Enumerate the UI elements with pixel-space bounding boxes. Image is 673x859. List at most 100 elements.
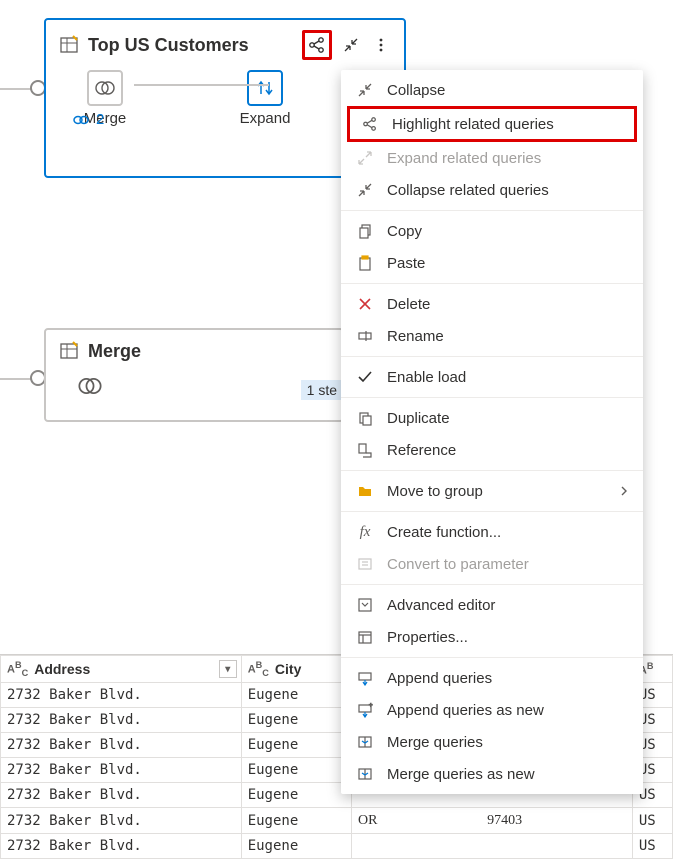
table-icon: [58, 34, 80, 56]
menu-label: Append queries as new: [387, 702, 544, 719]
menu-reference[interactable]: Reference: [341, 434, 643, 466]
svg-text:+: +: [369, 703, 373, 709]
menu-label: Convert to parameter: [387, 556, 529, 573]
menu-append-queries[interactable]: Append queries: [341, 662, 643, 694]
menu-label: Merge queries: [387, 734, 483, 751]
menu-collapse-related[interactable]: Collapse related queries: [341, 174, 643, 206]
menu-merge-queries-new[interactable]: Merge queries as new: [341, 758, 643, 790]
node-title: Merge: [88, 341, 141, 362]
chevron-right-icon: [619, 483, 629, 500]
menu-duplicate[interactable]: Duplicate: [341, 402, 643, 434]
menu-merge-queries[interactable]: Merge queries: [341, 726, 643, 758]
column-filter-dropdown[interactable]: ▾: [219, 660, 237, 678]
menu-properties[interactable]: Properties...: [341, 621, 643, 653]
menu-copy[interactable]: Copy: [341, 215, 643, 247]
node-title: Top US Customers: [88, 35, 249, 56]
links-indicator[interactable]: 2: [72, 111, 104, 128]
cell-address: 2732 Baker Blvd.: [1, 683, 242, 708]
menu-label: Reference: [387, 442, 456, 459]
menu-create-function[interactable]: fx Create function...: [341, 516, 643, 548]
menu-label: Advanced editor: [387, 597, 495, 614]
menu-paste[interactable]: Paste: [341, 247, 643, 279]
collapse-in-icon: [355, 80, 375, 100]
merge-icon: [355, 732, 375, 752]
menu-label: Collapse related queries: [387, 182, 549, 199]
diagram-canvas: Top US Customers Merge: [0, 0, 673, 600]
node-merge[interactable]: Merge 1 ste: [44, 328, 344, 422]
column-header-city[interactable]: ABC City: [241, 656, 351, 683]
column-label: Address: [34, 661, 90, 677]
menu-label: Create function...: [387, 524, 501, 541]
cell-city: Eugene: [241, 733, 351, 758]
menu-label: Rename: [387, 328, 444, 345]
type-text-icon: ABC: [248, 660, 269, 678]
step-label: Expand: [240, 110, 291, 127]
menu-label: Expand related queries: [387, 150, 541, 167]
step-expand[interactable]: Expand: [230, 70, 300, 127]
function-icon: fx: [355, 522, 375, 542]
collapse-icon[interactable]: [340, 34, 362, 56]
menu-enable-load[interactable]: Enable load: [341, 361, 643, 393]
menu-collapse[interactable]: Collapse: [341, 74, 643, 106]
cell-address: 2732 Baker Blvd.: [1, 733, 242, 758]
cell-address: 2732 Baker Blvd.: [1, 808, 242, 834]
cell-address: 2732 Baker Blvd.: [1, 758, 242, 783]
cell-city: Eugene: [241, 783, 351, 808]
cell-city: Eugene: [241, 758, 351, 783]
folder-icon: [355, 481, 375, 501]
rename-icon: [355, 326, 375, 346]
menu-label: Delete: [387, 296, 430, 313]
context-menu: Collapse Highlight related queries Expan…: [341, 70, 643, 794]
menu-label: Copy: [387, 223, 422, 240]
cell-country: US: [632, 808, 672, 834]
menu-label: Duplicate: [387, 410, 450, 427]
cell-city: Eugene: [241, 683, 351, 708]
copy-icon: [355, 221, 375, 241]
menu-label: Append queries: [387, 670, 492, 687]
menu-delete[interactable]: Delete: [341, 288, 643, 320]
step-count-tag: 1 ste: [301, 380, 343, 400]
menu-label: Collapse: [387, 82, 445, 99]
menu-label: Paste: [387, 255, 425, 272]
table-icon: [58, 340, 80, 362]
checkmark-icon: [355, 367, 375, 387]
menu-advanced-editor[interactable]: Advanced editor: [341, 589, 643, 621]
column-label: City: [275, 661, 301, 677]
parameter-icon: [355, 554, 375, 574]
cell-address: 2732 Baker Blvd.: [1, 834, 242, 859]
menu-label: Merge queries as new: [387, 766, 535, 783]
link-count: 2: [96, 111, 104, 128]
duplicate-icon: [355, 408, 375, 428]
highlight-box-menu: Highlight related queries: [347, 106, 637, 142]
cell-country: US: [632, 834, 672, 859]
menu-label: Highlight related queries: [392, 116, 554, 133]
append-new-icon: +: [355, 700, 375, 720]
menu-label: Move to group: [387, 483, 483, 500]
column-header-address[interactable]: ABC Address ▾: [1, 656, 242, 683]
more-icon[interactable]: [370, 34, 392, 56]
properties-icon: [355, 627, 375, 647]
cell-city: Eugene: [241, 834, 351, 859]
highlight-box-share-icon: [302, 30, 332, 60]
cell-address: 2732 Baker Blvd.: [1, 708, 242, 733]
menu-rename[interactable]: Rename: [341, 320, 643, 352]
type-text-icon: ABC: [7, 660, 28, 678]
menu-append-queries-new[interactable]: + Append queries as new: [341, 694, 643, 726]
menu-convert-to-parameter: Convert to parameter: [341, 548, 643, 580]
menu-move-to-group[interactable]: Move to group: [341, 475, 643, 507]
collapse-in-icon: [355, 180, 375, 200]
expand-out-icon: [355, 148, 375, 168]
share-icon[interactable]: [306, 34, 328, 56]
merge-new-icon: [355, 764, 375, 784]
cell-city: Eugene: [241, 708, 351, 733]
step-merge[interactable]: [70, 368, 110, 404]
menu-label: Properties...: [387, 629, 468, 646]
table-row[interactable]: 2732 Baker Blvd. Eugene US: [1, 834, 673, 859]
cell-city: Eugene: [241, 808, 351, 834]
table-row[interactable]: 2732 Baker Blvd. Eugene OR 97403 US: [1, 808, 673, 834]
menu-expand-related: Expand related queries: [341, 142, 643, 174]
reference-icon: [355, 440, 375, 460]
share-icon: [360, 114, 380, 134]
cell-address: 2732 Baker Blvd.: [1, 783, 242, 808]
menu-highlight-related[interactable]: Highlight related queries: [354, 112, 630, 136]
